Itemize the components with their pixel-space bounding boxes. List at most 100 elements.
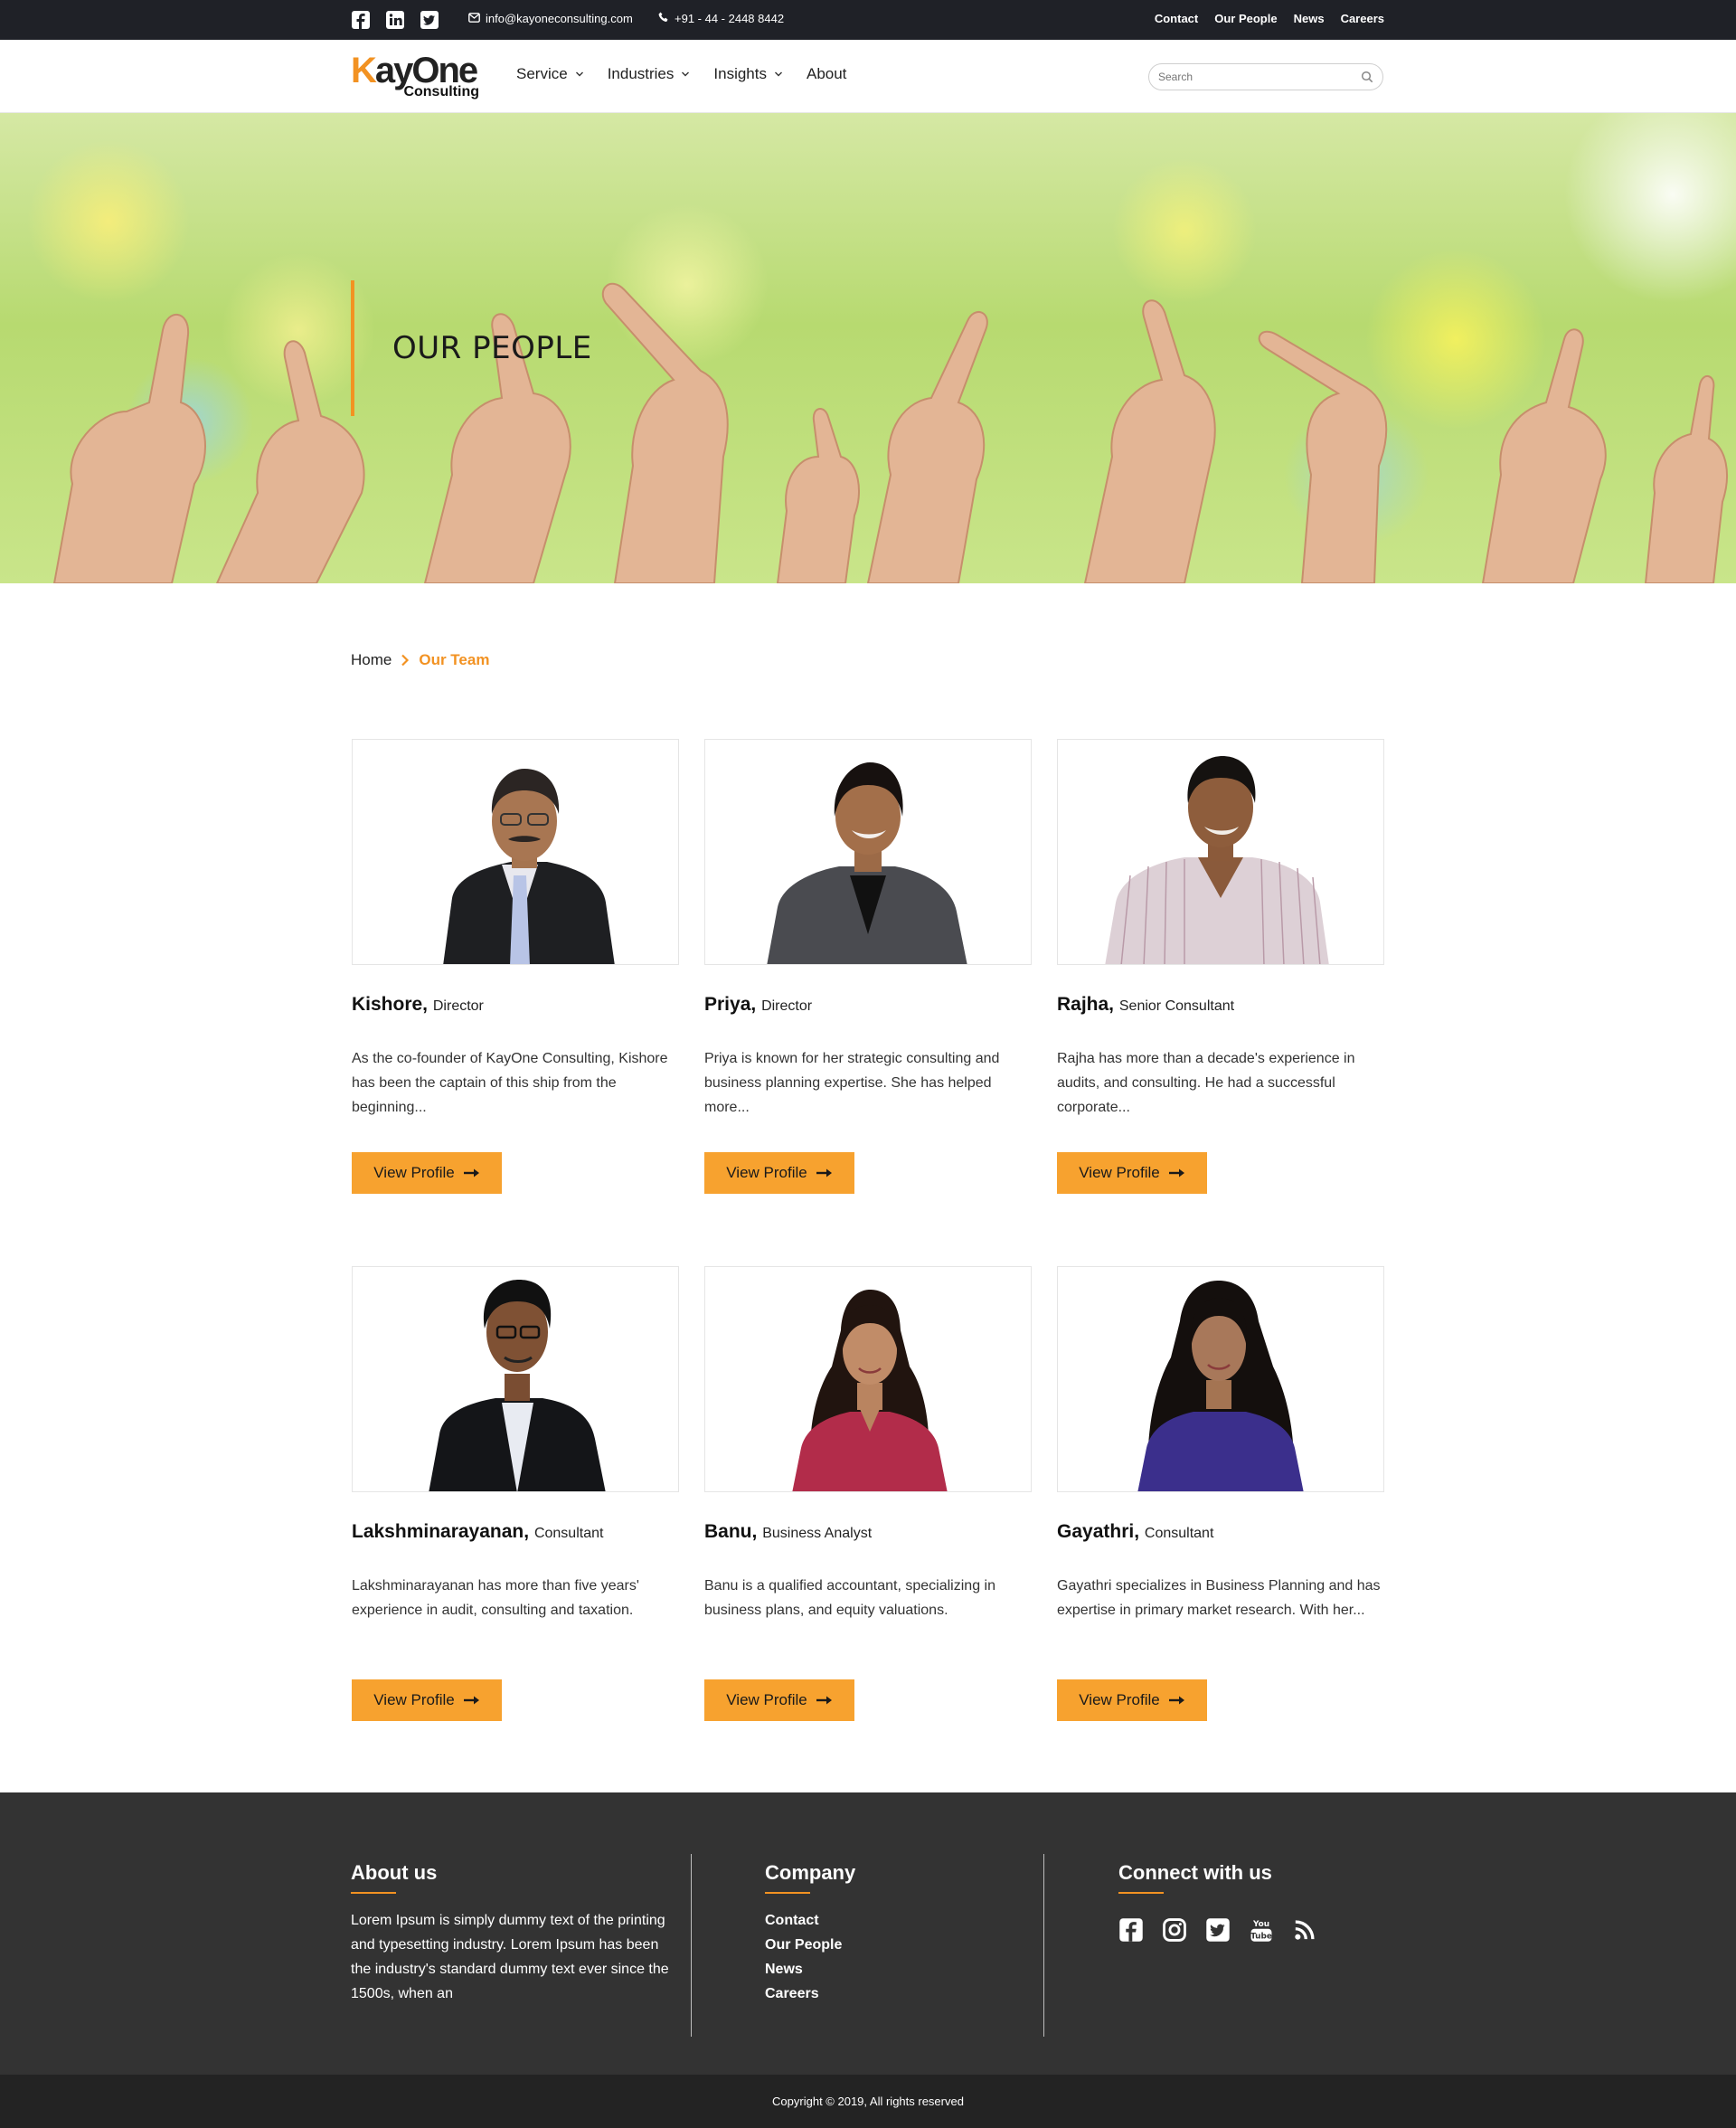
toplink-news[interactable]: News: [1294, 12, 1325, 25]
person-description: Priya is known for her strategic consult…: [704, 1051, 1000, 1115]
main-header: KayOne Consulting Service Industries Ins…: [0, 40, 1736, 113]
arrow-right-icon: [1168, 1168, 1184, 1177]
phone-text: +91 - 44 - 2448 8442: [675, 12, 785, 25]
footer-link-news[interactable]: News: [765, 1957, 1036, 1981]
arrow-right-icon: [816, 1168, 832, 1177]
rss-icon[interactable]: [1292, 1917, 1317, 1943]
hero-banner: OUR PEOPLE: [0, 113, 1736, 583]
copyright-text: Copyright © 2019, All rights reserved: [772, 2095, 964, 2108]
nav-industries[interactable]: Industries: [608, 65, 691, 83]
phone-icon: [658, 12, 669, 25]
footer-connect-title: Connect with us: [1118, 1861, 1272, 1884]
person-name: Gayathri, Consultant: [1057, 1521, 1214, 1542]
person-card: Rajha, Senior Consultant Rajha has more …: [1057, 739, 1384, 1209]
chevron-down-icon: [575, 71, 583, 77]
person-description: Banu is a qualified accountant, speciali…: [704, 1578, 995, 1618]
person-role: Consultant: [1144, 1526, 1214, 1541]
copyright-bar: Copyright © 2019, All rights reserved: [0, 2075, 1736, 2128]
chevron-down-icon: [774, 71, 782, 77]
person-role: Business Analyst: [762, 1526, 873, 1541]
person-photo: [352, 739, 679, 965]
twitter-icon[interactable]: [1205, 1917, 1231, 1943]
view-profile-button[interactable]: View Profile: [704, 1679, 854, 1721]
toplink-careers[interactable]: Careers: [1341, 12, 1384, 25]
top-bar: info@kayoneconsulting.com +91 - 44 - 244…: [0, 0, 1736, 40]
nav-about[interactable]: About: [807, 65, 846, 83]
view-profile-button[interactable]: View Profile: [352, 1152, 502, 1194]
person-name: Kishore, Director: [352, 994, 484, 1015]
footer-about-text: Lorem Ipsum is simply dummy text of the …: [351, 1913, 669, 2001]
footer-link-our-people[interactable]: Our People: [765, 1933, 1036, 1957]
envelope-icon: [468, 12, 480, 25]
footer-link-contact[interactable]: Contact: [765, 1908, 1036, 1933]
view-profile-button[interactable]: View Profile: [1057, 1679, 1207, 1721]
footer-about: About us Lorem Ipsum is simply dummy tex…: [351, 1792, 676, 2006]
footer-underline: [351, 1892, 396, 1894]
breadcrumb-home[interactable]: Home: [351, 651, 392, 669]
person-description: Lakshminarayanan has more than five year…: [352, 1578, 639, 1618]
person-card: Priya, Director Priya is known for her s…: [704, 739, 1032, 1209]
footer-divider: [691, 1854, 692, 2037]
footer-social-icons: You Tube: [1118, 1917, 1390, 1943]
view-profile-button[interactable]: View Profile: [1057, 1152, 1207, 1194]
topbar-email[interactable]: info@kayoneconsulting.com: [468, 12, 633, 25]
footer-link-careers[interactable]: Careers: [765, 1981, 1036, 2006]
footer-divider: [1043, 1854, 1044, 2037]
hero-accent-bar: [351, 280, 354, 416]
footer-about-title: About us: [351, 1861, 438, 1884]
main-nav: Service Industries Insights About: [516, 65, 846, 83]
arrow-right-icon: [1168, 1696, 1184, 1705]
person-card: Lakshminarayanan, Consultant Lakshminara…: [352, 1266, 679, 1736]
person-card: Kishore, Director As the co-founder of K…: [352, 739, 679, 1209]
person-photo: [704, 1266, 1032, 1492]
footer-underline: [1118, 1892, 1164, 1894]
person-name: Rajha, Senior Consultant: [1057, 994, 1235, 1015]
person-name: Banu, Business Analyst: [704, 1521, 873, 1542]
youtube-icon[interactable]: You Tube: [1249, 1917, 1274, 1943]
chevron-right-icon: [401, 654, 410, 667]
nav-insights[interactable]: Insights: [713, 65, 783, 83]
person-card: Gayathri, Consultant Gayathri specialize…: [1057, 1266, 1384, 1736]
person-description: Gayathri specializes in Business Plannin…: [1057, 1578, 1381, 1618]
person-photo: [704, 739, 1032, 965]
svg-text:You: You: [1252, 1920, 1269, 1929]
search-icon[interactable]: [1361, 71, 1373, 83]
arrow-right-icon: [463, 1696, 479, 1705]
toplink-our-people[interactable]: Our People: [1214, 12, 1277, 25]
linkedin-icon[interactable]: [385, 10, 405, 30]
toplink-contact[interactable]: Contact: [1155, 12, 1198, 25]
search-input[interactable]: [1158, 71, 1361, 83]
breadcrumb-current: Our Team: [419, 651, 490, 668]
person-description: As the co-founder of KayOne Consulting, …: [352, 1051, 668, 1115]
footer-connect: Connect with us You Tube: [1118, 1792, 1390, 1943]
instagram-icon[interactable]: [1162, 1917, 1187, 1943]
twitter-icon[interactable]: [420, 10, 439, 30]
chevron-down-icon: [682, 71, 690, 77]
footer: About us Lorem Ipsum is simply dummy tex…: [0, 1792, 1736, 2075]
email-text: info@kayoneconsulting.com: [486, 12, 633, 25]
person-photo: [1057, 1266, 1384, 1492]
person-role: Director: [432, 998, 484, 1014]
logo-subtitle: Consulting: [403, 84, 479, 99]
view-profile-button[interactable]: View Profile: [352, 1679, 502, 1721]
person-card: Banu, Business Analyst Banu is a qualifi…: [704, 1266, 1032, 1736]
person-photo: [1057, 739, 1384, 965]
facebook-icon[interactable]: [1118, 1917, 1144, 1943]
nav-service[interactable]: Service: [516, 65, 584, 83]
person-name: Priya, Director: [704, 994, 813, 1015]
breadcrumb: Home Our Team: [351, 651, 489, 669]
search-box: [1148, 63, 1383, 90]
page-title: OUR PEOPLE: [392, 330, 592, 366]
topbar-phone[interactable]: +91 - 44 - 2448 8442: [658, 12, 784, 25]
footer-company-links: Contact Our People News Careers: [765, 1908, 1036, 2006]
person-description: Rajha has more than a decade's experienc…: [1057, 1051, 1355, 1115]
view-profile-button[interactable]: View Profile: [704, 1152, 854, 1194]
person-name: Lakshminarayanan, Consultant: [352, 1521, 604, 1542]
topbar-social: [351, 10, 439, 30]
topbar-links: Contact Our People News Careers: [1155, 12, 1384, 25]
facebook-icon[interactable]: [351, 10, 371, 30]
footer-company-title: Company: [765, 1861, 856, 1884]
logo[interactable]: KayOne Consulting: [351, 51, 486, 101]
thumbs-up-hands-image: [52, 282, 1728, 583]
person-role: Director: [761, 998, 813, 1014]
